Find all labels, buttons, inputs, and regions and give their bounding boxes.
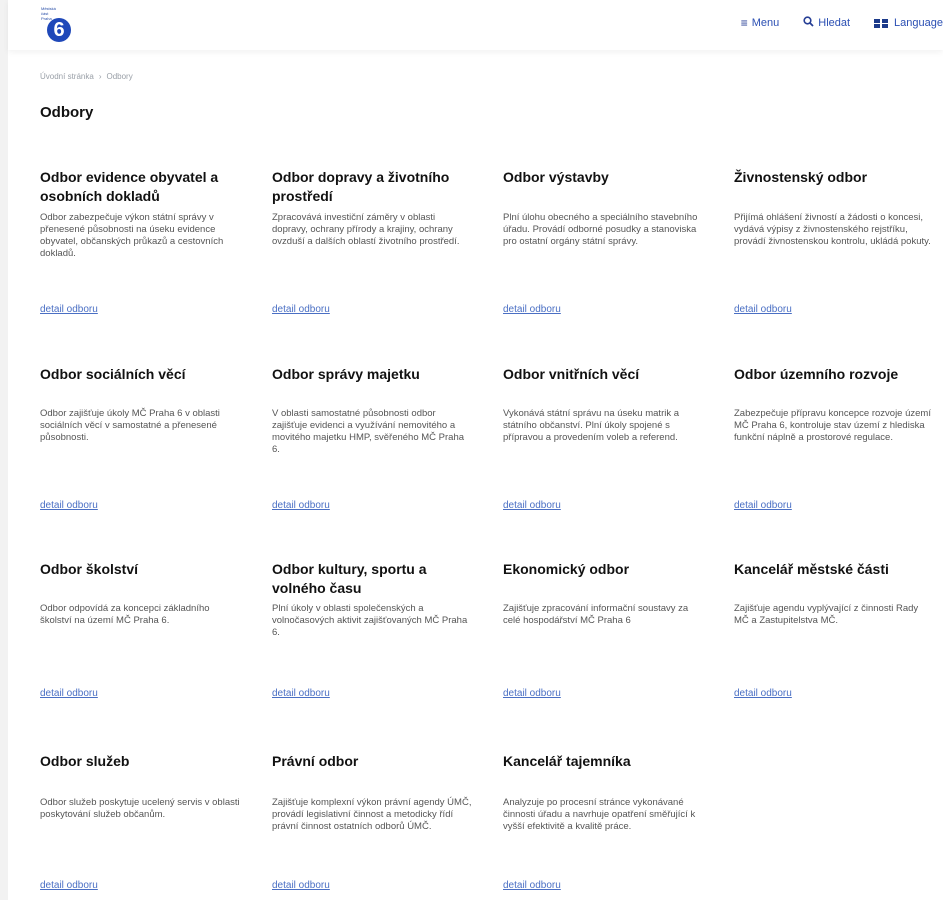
department-title[interactable]: Odbor služeb	[40, 752, 240, 771]
department-detail-link[interactable]: detail odboru	[503, 688, 561, 699]
department-detail-link[interactable]: detail odboru	[40, 880, 98, 891]
breadcrumb-home-link[interactable]: Úvodní stránka	[40, 72, 94, 81]
department-title[interactable]: Odbor kultury, sportu a volného času	[272, 560, 472, 598]
department-card: Ekonomický odbor Zajišťuje zpracování inf…	[503, 560, 703, 702]
language-button[interactable]: Language	[874, 17, 943, 29]
department-title[interactable]: Právní odbor	[272, 752, 472, 771]
page-title: Odbory	[40, 104, 94, 121]
department-title[interactable]: Odbor školství	[40, 560, 240, 579]
department-card: Kancelář městské části Zajišťuje agendu v…	[734, 560, 934, 702]
department-description: Přijímá ohlášení živností a žádosti o ko…	[734, 212, 931, 247]
header-nav: ≡ Menu Hledat Language	[717, 16, 943, 30]
menu-label: Menu	[751, 17, 780, 29]
department-title[interactable]: Živnostenský odbor	[734, 168, 934, 187]
department-description: Zajišťuje zpracování informační soustavy…	[503, 603, 689, 626]
department-card: Právní odbor Zajišťuje komplexní výkon pr…	[272, 752, 472, 894]
hamburger-icon: ≡	[740, 16, 748, 30]
search-label: Hledat	[818, 17, 851, 29]
department-title[interactable]: Ekonomický odbor	[503, 560, 703, 579]
menu-button[interactable]: ≡ Menu	[741, 16, 780, 30]
department-detail-link[interactable]: detail odboru	[272, 880, 330, 891]
department-detail-link[interactable]: detail odboru	[734, 500, 792, 511]
department-title[interactable]: Odbor vnitřních věcí	[503, 365, 703, 384]
department-description: Analyzuje po procesní stránce vykonávané…	[503, 797, 696, 832]
department-title[interactable]: Kancelář městské části	[734, 560, 934, 579]
department-card: Odbor správy majetku V oblasti samostatné…	[272, 365, 472, 514]
department-card: Odbor vnitřních věcí Vykonává státní sprá…	[503, 365, 703, 514]
department-title[interactable]: Odbor dopravy a životního prostředí	[272, 168, 472, 206]
department-detail-link[interactable]: detail odboru	[734, 688, 792, 699]
department-card: Kancelář tajemníka Analyzuje po procesní …	[503, 752, 703, 894]
department-card: Odbor dopravy a životního prostředí Zprac…	[272, 168, 472, 318]
department-description: Zajišťuje agendu vyplývající z činnosti …	[734, 603, 919, 626]
department-card: Odbor evidence obyvatel a osobních dokla…	[40, 168, 240, 318]
department-detail-link[interactable]: detail odboru	[40, 688, 98, 699]
language-label: Language	[894, 17, 943, 29]
department-detail-link[interactable]: detail odboru	[272, 688, 330, 699]
department-detail-link[interactable]: detail odboru	[503, 880, 561, 891]
department-detail-link[interactable]: detail odboru	[503, 304, 561, 315]
site-header: Městská část Praha 6 ≡ Menu Hledat Langu…	[8, 0, 943, 50]
department-card: Odbor školství Odbor odpovídá za koncepci…	[40, 560, 240, 702]
department-title[interactable]: Odbor evidence obyvatel a osobních dokla…	[40, 168, 240, 206]
department-description: Zabezpečuje přípravu koncepce rozvoje úz…	[734, 408, 931, 443]
department-card: Odbor územního rozvoje Zabezpečuje přípra…	[734, 365, 934, 514]
department-description: Plní úlohu obecného a speciálního staveb…	[503, 212, 698, 247]
breadcrumb-separator: ›	[98, 72, 102, 81]
department-title[interactable]: Odbor správy majetku	[272, 365, 472, 384]
logo[interactable]: Městská část Praha 6	[38, 4, 88, 46]
department-card: Odbor sociálních věcí Odbor zajišťuje úko…	[40, 365, 240, 514]
breadcrumb: Úvodní stránka › Odbory	[40, 72, 133, 81]
flag-icon	[874, 18, 889, 28]
search-button[interactable]: Hledat	[803, 16, 850, 30]
department-detail-link[interactable]: detail odboru	[272, 500, 330, 511]
department-title[interactable]: Kancelář tajemníka	[503, 752, 703, 771]
department-card: Živnostenský odbor Přijímá ohlášení živno…	[734, 168, 934, 318]
department-description: Odbor odpovídá za koncepci základního šk…	[40, 603, 210, 626]
department-description: Zpracovává investiční záměry v oblasti d…	[272, 212, 460, 247]
department-description: Odbor zabezpečuje výkon státní správy v …	[40, 212, 224, 259]
logo-number: 6	[47, 18, 71, 42]
department-card: Odbor služeb Odbor služeb poskytuje ucele…	[40, 752, 240, 894]
department-title[interactable]: Odbor výstavby	[503, 168, 703, 187]
breadcrumb-current: Odbory	[106, 72, 133, 81]
department-detail-link[interactable]: detail odboru	[503, 500, 561, 511]
department-description: Odbor zajišťuje úkoly MČ Praha 6 v oblas…	[40, 408, 220, 443]
department-detail-link[interactable]: detail odboru	[40, 500, 98, 511]
department-description: Plní úkoly v oblasti společenských a vol…	[272, 603, 468, 638]
department-detail-link[interactable]: detail odboru	[40, 304, 98, 315]
department-card: Odbor výstavby Plní úlohu obecného a spec…	[503, 168, 703, 318]
department-description: V oblasti samostatné působnosti odbor za…	[272, 408, 465, 455]
search-icon	[803, 16, 814, 30]
page: Městská část Praha 6 ≡ Menu Hledat Langu…	[8, 0, 943, 900]
department-title[interactable]: Odbor sociálních věcí	[40, 365, 240, 384]
department-title[interactable]: Odbor územního rozvoje	[734, 365, 934, 384]
department-card: Odbor kultury, sportu a volného času Plní…	[272, 560, 472, 702]
department-description: Zajišťuje komplexní výkon právní agendy …	[272, 797, 472, 832]
department-detail-link[interactable]: detail odboru	[272, 304, 330, 315]
department-detail-link[interactable]: detail odboru	[734, 304, 792, 315]
department-description: Odbor služeb poskytuje ucelený servis v …	[40, 797, 240, 820]
department-description: Vykonává státní správu na úseku matrik a…	[503, 408, 680, 443]
